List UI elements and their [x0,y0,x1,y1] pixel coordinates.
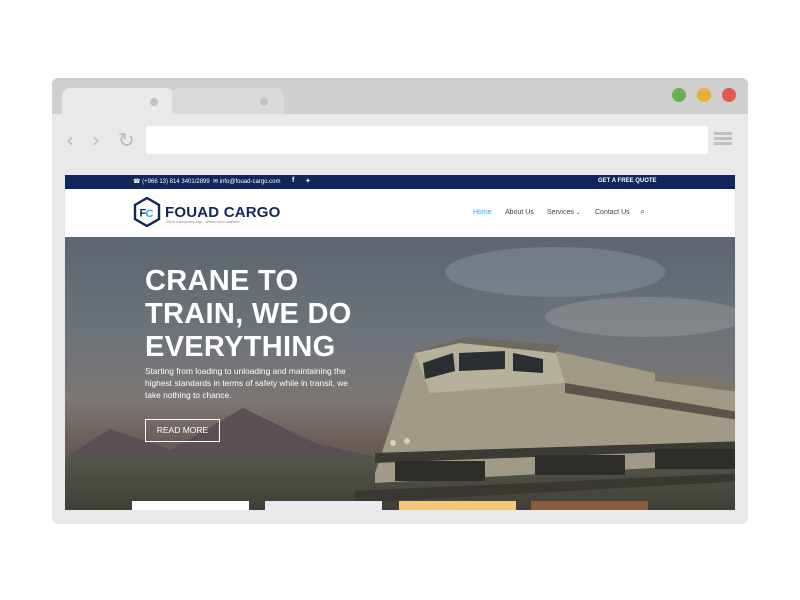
forward-icon[interactable]: › [92,130,100,150]
back-icon[interactable]: ‹ [66,130,74,150]
website-viewport: ☎ (+966 13) 814 3401/2899 ✉ info@fouad-c… [65,175,735,510]
phone-icon: ☎ [133,179,141,185]
browser-tab[interactable] [172,88,284,114]
search-icon[interactable]: ⌕ [640,207,645,217]
service-card[interactable] [531,501,648,510]
logo-tagline: This is a temporary logo - details when … [165,220,240,224]
mail-icon: ✉ [213,179,219,185]
maximize-button[interactable] [672,88,686,102]
service-card[interactable] [265,501,382,510]
nav-contact[interactable]: Contact Us [595,209,630,216]
svg-text:C: C [146,208,154,220]
logo-icon[interactable]: F C [133,197,161,227]
hero-section: CRANE TO TRAIN, WE DO EVERYTHING Startin… [65,237,735,510]
read-more-button[interactable]: READ MORE [145,419,220,442]
browser-toolbar: ‹ › ↻ [52,114,748,166]
nav-about[interactable]: About Us [505,209,534,216]
menu-icon[interactable] [714,132,732,146]
facebook-icon[interactable]: f [292,177,294,184]
email-link[interactable]: info@fouad-cargo.com [220,179,281,185]
close-button[interactable] [722,88,736,102]
address-bar[interactable] [146,126,708,154]
tab-close-dot[interactable] [150,98,158,106]
nav-services-label: Services [547,209,574,216]
site-header: F C FOUAD CARGO This is a temporary logo… [65,189,735,237]
logo-text[interactable]: FOUAD CARGO [165,204,281,221]
twitter-icon[interactable]: ✦ [305,177,311,185]
phone-number[interactable]: (+966 13) 814 3401/2899 [142,179,210,185]
nav-services[interactable]: Services ⌄ [547,209,581,216]
train-image [355,337,735,503]
cloud-shape [445,247,665,297]
free-quote-link[interactable]: GET A FREE QUOTE [598,178,657,184]
chevron-down-icon: ⌄ [575,210,581,216]
tab-close-dot[interactable] [260,98,268,106]
tab-bar [52,78,748,114]
nav-home[interactable]: Home [473,209,492,216]
hero-description: Starting from loading to unloading and m… [145,366,348,400]
top-info-bar: ☎ (+966 13) 814 3401/2899 ✉ info@fouad-c… [65,175,735,189]
service-card[interactable] [399,501,516,510]
reload-icon[interactable]: ↻ [118,130,135,150]
service-card[interactable] [132,501,249,510]
minimize-button[interactable] [697,88,711,102]
browser-window: ‹ › ↻ ☎ (+966 13) 814 3401/2899 ✉ info@f… [52,78,748,524]
hero-title: CRANE TO TRAIN, WE DO EVERYTHING [145,265,352,363]
browser-tab-active[interactable] [62,88,174,114]
